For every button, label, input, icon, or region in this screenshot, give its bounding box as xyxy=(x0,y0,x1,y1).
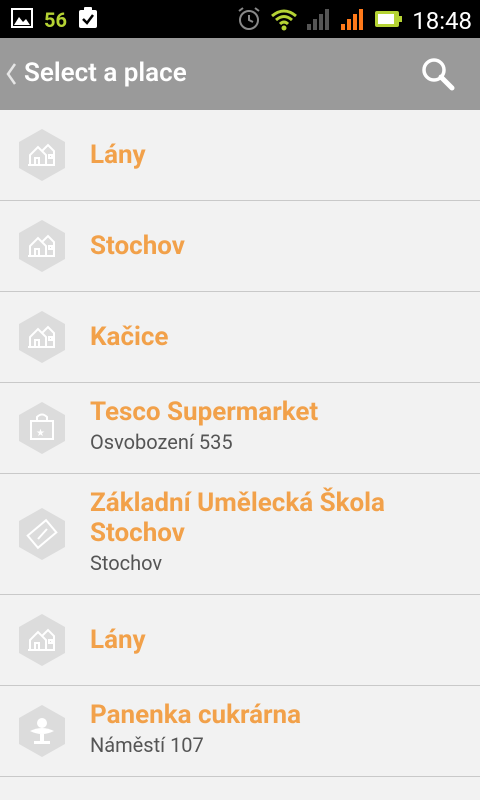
clipboard-check-icon xyxy=(77,6,99,34)
notification-count: 56 xyxy=(44,8,67,32)
place-title: Tesco Supermarket xyxy=(90,397,319,427)
place-title: Kačice xyxy=(90,322,169,352)
wifi-icon xyxy=(270,7,298,35)
place-title: Stochov xyxy=(90,231,185,261)
list-item[interactable]: Lány xyxy=(0,595,480,686)
search-icon[interactable] xyxy=(420,56,456,92)
list-item[interactable]: Základní Umělecká Škola Stochov Stochov xyxy=(0,474,480,595)
clock: 18:48 xyxy=(412,7,472,35)
list-item[interactable]: Lány xyxy=(0,110,480,201)
town-icon xyxy=(14,127,70,183)
signal-icon xyxy=(306,7,332,35)
place-address: Stochov xyxy=(90,551,163,575)
town-icon xyxy=(14,218,70,274)
place-address: Náměstí 107 xyxy=(90,733,204,757)
status-bar: 56 18:48 xyxy=(0,0,480,38)
back-chevron-icon[interactable] xyxy=(4,60,18,88)
place-title: Lány xyxy=(90,625,146,655)
page-title[interactable]: Select a place xyxy=(24,56,187,90)
battery-charging-icon xyxy=(374,7,404,35)
list-item[interactable]: Panenka cukrárna Náměstí 107 xyxy=(0,686,480,777)
ticket-icon xyxy=(14,506,70,562)
town-icon xyxy=(14,612,70,668)
place-title: Lány xyxy=(90,140,146,170)
app-bar: Select a place xyxy=(0,38,480,110)
dessert-icon xyxy=(14,703,70,759)
shopping-bag-icon: ★ xyxy=(14,400,70,456)
list-item[interactable]: ★ Tesco Supermarket Osvobození 535 xyxy=(0,383,480,474)
place-title: Panenka cukrárna xyxy=(90,700,302,730)
alarm-icon xyxy=(236,6,262,36)
list-item[interactable]: Kačice xyxy=(0,292,480,383)
gallery-icon xyxy=(10,6,34,34)
list-item[interactable]: Stochov xyxy=(0,201,480,292)
place-title: Základní Umělecká Škola Stochov xyxy=(90,488,385,548)
signal-orange-icon xyxy=(340,7,366,35)
svg-text:★: ★ xyxy=(36,428,45,439)
place-address: Osvobození 535 xyxy=(90,430,233,454)
place-list: Lány Stochov Kačice ★ Tesco Supermarket … xyxy=(0,110,480,777)
town-icon xyxy=(14,309,70,365)
